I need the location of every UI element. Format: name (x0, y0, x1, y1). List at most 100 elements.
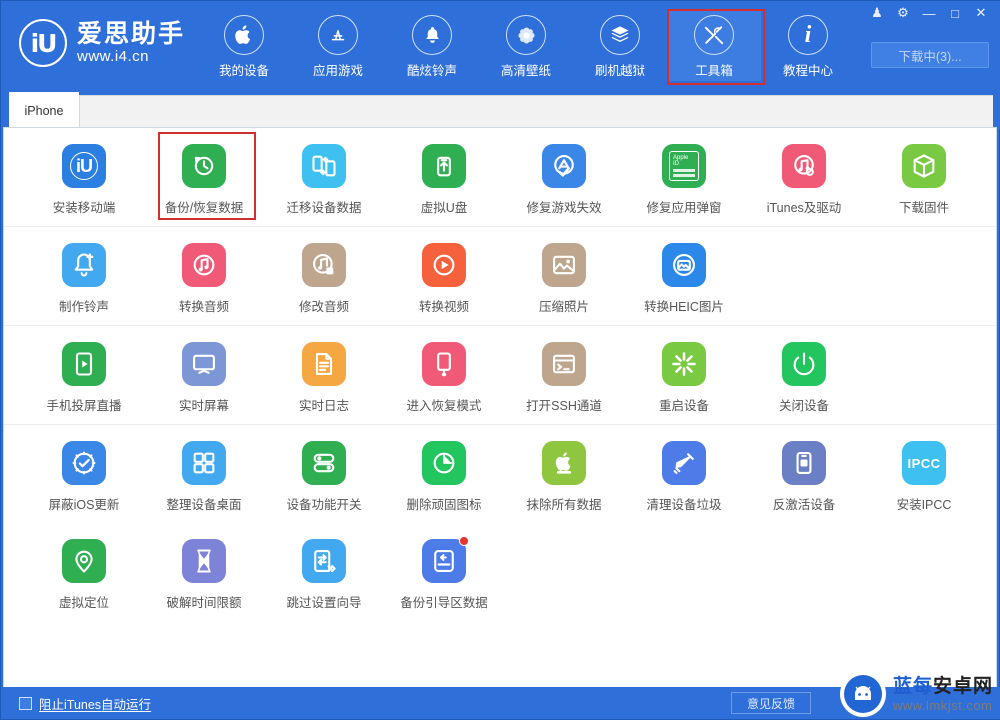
tool-feature-toggle[interactable]: 设备功能开关 (264, 425, 384, 523)
tool-edit-audio[interactable]: 修改音频 (264, 227, 384, 325)
tool-convert-audio[interactable]: 转换音频 (144, 227, 264, 325)
feedback-button[interactable]: 意见反馈 (731, 692, 811, 714)
tool-usb-drive[interactable]: 虚拟U盘 (384, 128, 504, 226)
tool-i4-app[interactable]: iU 安装移动端 (24, 128, 144, 226)
checkbox-box[interactable] (19, 696, 32, 710)
recovery-mode-icon (422, 342, 466, 386)
tool-organize-desktop[interactable]: 整理设备桌面 (144, 425, 264, 523)
nav-item-flash-jailbreak[interactable]: 刷机越狱 (573, 9, 667, 81)
tool-deactivate-device[interactable]: 反激活设备 (744, 425, 864, 523)
tool-label: 修复游戏失效 (526, 201, 602, 215)
tool-label: 删除顽固图标 (406, 498, 482, 512)
organize-desktop-icon (182, 441, 226, 485)
reboot-device-icon (662, 342, 706, 386)
edit-audio-icon (302, 243, 346, 287)
brand-name: 爱思助手 (77, 20, 186, 48)
tool-live-log[interactable]: 实时日志 (264, 326, 384, 424)
maximize-icon[interactable]: □ (943, 3, 967, 23)
tool-label: 修改音频 (298, 300, 349, 314)
download-status-button[interactable]: 下载中(3)... (871, 42, 989, 68)
tool-block-ios-update[interactable]: 屏蔽iOS更新 (24, 425, 144, 523)
settings-icon[interactable]: ⚙ (891, 3, 915, 23)
tool-label: 破解时间限额 (166, 596, 242, 610)
tool-shutdown-device[interactable]: 关闭设备 (744, 326, 864, 424)
tool-label: 清理设备垃圾 (646, 498, 722, 512)
nav-item-tutorial-center[interactable]: i 教程中心 (761, 9, 855, 81)
delete-icon-icon (422, 441, 466, 485)
tool-label: 压缩照片 (538, 300, 589, 314)
tool-crack-time-limit[interactable]: 破解时间限额 (144, 523, 264, 621)
itunes-driver-icon (782, 144, 826, 188)
flower-icon (506, 15, 546, 55)
tool-backup-restore[interactable]: 备份/恢复数据 (144, 128, 264, 226)
appstore-icon (318, 15, 358, 55)
tool-clean-junk[interactable]: 清理设备垃圾 (624, 425, 744, 523)
tool-compress-photo[interactable]: 压缩照片 (504, 227, 624, 325)
skin-icon[interactable]: ♟ (865, 3, 889, 23)
tool-label: 设备功能开关 (286, 498, 362, 512)
tool-screen-cast[interactable]: 手机投屏直播 (24, 326, 144, 424)
tool-make-ringtone[interactable]: 制作铃声 (24, 227, 144, 325)
tool-label: 制作铃声 (58, 300, 109, 314)
brand-url: www.i4.cn (77, 48, 150, 66)
convert-heic-icon (662, 243, 706, 287)
nav-label: 高清壁纸 (500, 64, 551, 78)
tool-label: 重启设备 (658, 399, 709, 413)
nav-item-apps-games[interactable]: 应用游戏 (291, 9, 385, 81)
i4-app-icon: iU (62, 144, 106, 188)
tool-label: 抹除所有数据 (526, 498, 602, 512)
nav-item-toolbox[interactable]: 工具箱 (667, 9, 765, 85)
tool-label: 下载固件 (898, 201, 949, 215)
tool-download-firmware[interactable]: 下载固件 (864, 128, 984, 226)
nav-item-ringtones[interactable]: 酷炫铃声 (385, 9, 479, 81)
tool-label: 实时屏幕 (178, 399, 229, 413)
tool-skip-setup[interactable]: 跳过设置向导 (264, 523, 384, 621)
tool-recovery-mode[interactable]: 进入恢复模式 (384, 326, 504, 424)
tool-label: 跳过设置向导 (286, 596, 362, 610)
clean-junk-icon (662, 441, 706, 485)
toolbox-row: iU 安装移动端 备份/恢复数据 迁移设备数据 虚拟U盘 修复游戏失效 Apple ID 修复… (4, 128, 996, 227)
tool-delete-icon[interactable]: 删除顽固图标 (384, 425, 504, 523)
download-firmware-icon (902, 144, 946, 188)
tool-backup-boot-data[interactable]: 备份引导区数据 (384, 523, 504, 621)
toolbox-content: iU 安装移动端 备份/恢复数据 迁移设备数据 虚拟U盘 修复游戏失效 Apple ID 修复… (3, 127, 997, 689)
tool-virtual-location[interactable]: 虚拟定位 (24, 523, 144, 621)
tab-iphone[interactable]: iPhone (9, 92, 79, 129)
nav-item-wallpapers[interactable]: 高清壁纸 (479, 9, 573, 81)
nav-item-my-device[interactable]: 我的设备 (197, 9, 291, 81)
tab-strip-filler (79, 95, 993, 129)
nav-label: 酷炫铃声 (406, 64, 457, 78)
tool-convert-video[interactable]: 转换视频 (384, 227, 504, 325)
fix-popup-icon: Apple ID (662, 144, 706, 188)
tool-live-screen[interactable]: 实时屏幕 (144, 326, 264, 424)
convert-video-icon (422, 243, 466, 287)
tool-migrate-device[interactable]: 迁移设备数据 (264, 128, 384, 226)
tool-convert-heic[interactable]: 转换HEIC图片 (624, 227, 744, 325)
tool-label: 屏蔽iOS更新 (48, 498, 120, 512)
block-ios-update-icon (62, 441, 106, 485)
tool-install-ipcc[interactable]: IPCC 安装IPCC (864, 425, 984, 523)
tool-label: 虚拟U盘 (420, 201, 468, 215)
virtual-location-icon (62, 539, 106, 583)
tool-label: 实时日志 (298, 399, 349, 413)
erase-all-data-icon (542, 441, 586, 485)
tool-fix-game[interactable]: 修复游戏失效 (504, 128, 624, 226)
main-nav: 我的设备 应用游戏 酷炫铃声 高清壁纸 刷机越狱 工具箱 i 教程中心 (197, 9, 855, 85)
nav-label: 教程中心 (782, 64, 833, 78)
tool-label: 虚拟定位 (58, 596, 109, 610)
block-itunes-checkbox[interactable]: 阻止iTunes自动运行 (19, 694, 151, 713)
tool-label: 进入恢复模式 (406, 399, 482, 413)
close-icon[interactable]: ✕ (969, 3, 993, 23)
minimize-icon[interactable]: — (917, 3, 941, 23)
tool-itunes-driver[interactable]: iTunes及驱动 (744, 128, 864, 226)
tool-label: 手机投屏直播 (46, 399, 122, 413)
tool-reboot-device[interactable]: 重启设备 (624, 326, 744, 424)
app-logo: iU 爱思助手 www.i4.cn (19, 19, 185, 67)
tool-erase-all-data[interactable]: 抹除所有数据 (504, 425, 624, 523)
tool-ssh-tunnel[interactable]: 打开SSH通道 (504, 326, 624, 424)
tool-fix-popup[interactable]: Apple ID 修复应用弹窗 (624, 128, 744, 226)
migrate-device-icon (302, 144, 346, 188)
window-controls: ♟ ⚙ — □ ✕ (865, 3, 993, 23)
tool-label: 反激活设备 (772, 498, 836, 512)
toolbox-row: 手机投屏直播 实时屏幕 实时日志 进入恢复模式 打开SSH通道 重启设备 关闭设备 (4, 326, 996, 425)
